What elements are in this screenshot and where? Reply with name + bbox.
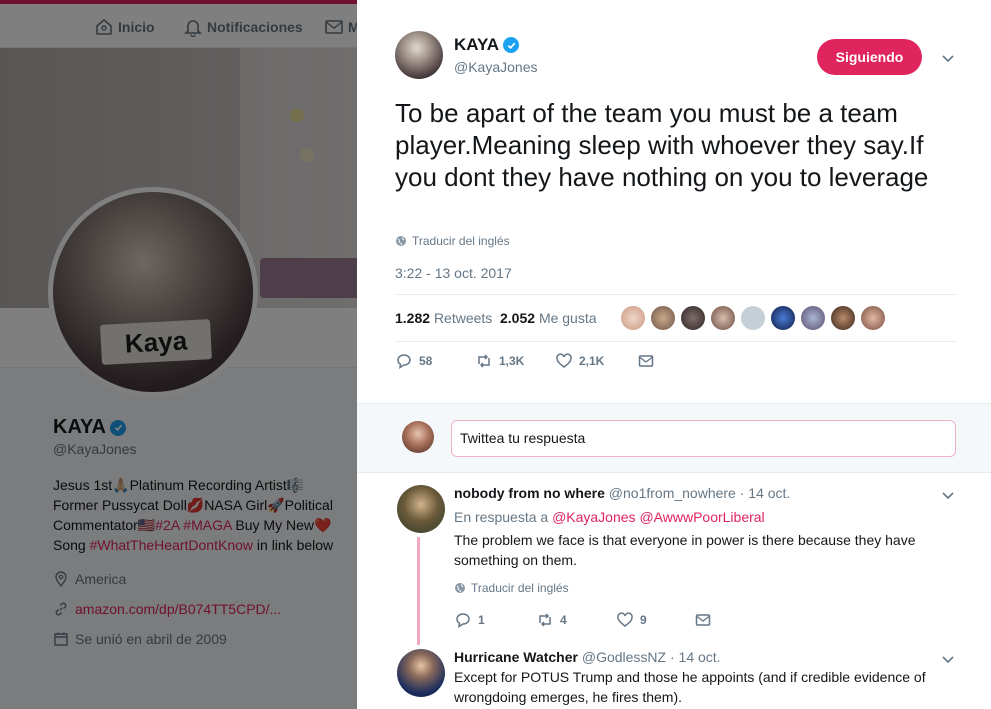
retweet-count: 1,3K — [499, 354, 525, 368]
reply-text: Except for POTUS Trump and those he appo… — [454, 669, 926, 705]
like-button[interactable]: 9 — [616, 611, 647, 629]
tweet-author-avatar[interactable] — [395, 31, 443, 79]
retweet-icon — [539, 613, 551, 627]
retweet-count: 4 — [560, 613, 567, 627]
retweets-stat[interactable]: 1.282 Retweets — [395, 310, 492, 326]
reply-header: Hurricane Watcher @GodlessNZ · 14 oct. — [454, 649, 721, 665]
liker-avatar[interactable] — [831, 306, 855, 330]
current-user-avatar[interactable] — [402, 421, 434, 453]
tweet-timestamp[interactable]: 3:22 - 13 oct. 2017 — [395, 265, 512, 281]
envelope-icon — [695, 614, 711, 626]
envelope-icon — [638, 355, 654, 367]
like-count: 9 — [640, 613, 647, 627]
translate-tweet-link[interactable]: Traducir del inglés — [395, 234, 510, 248]
reply-button[interactable]: 58 — [395, 352, 432, 370]
reply-tweet[interactable]: nobody from no where @no1from_nowhere · … — [357, 485, 991, 645]
reply-tweet[interactable]: Hurricane Watcher @GodlessNZ · 14 oct. E… — [357, 649, 991, 709]
reply-date[interactable]: · 14 oct. — [740, 485, 791, 501]
tweet-text: To be apart of the team you must be a te… — [395, 98, 929, 192]
reply-author-name[interactable]: Hurricane Watcher — [454, 649, 578, 665]
reply-icon — [397, 354, 411, 370]
like-button[interactable]: 2,1K — [555, 352, 604, 370]
tweet-stats: 1.282 Retweets 2.052 Me gusta — [395, 294, 957, 342]
liker-avatar[interactable] — [801, 306, 825, 330]
heart-icon — [617, 612, 633, 627]
chevron-down-icon[interactable] — [940, 651, 956, 667]
reply-composer: Twittea tu respuesta — [357, 403, 991, 473]
retweet-icon — [478, 354, 490, 368]
globe-icon — [396, 236, 406, 246]
liker-avatar[interactable] — [861, 306, 885, 330]
direct-message-button[interactable] — [694, 611, 712, 629]
likers-avatars — [621, 306, 885, 330]
chevron-down-icon[interactable] — [940, 487, 956, 503]
mention-link[interactable]: @AwwwPoorLiberal — [639, 509, 764, 525]
reply-author-avatar[interactable] — [397, 649, 445, 697]
retweet-button[interactable]: 1,3K — [475, 352, 524, 370]
direct-message-button[interactable] — [637, 352, 655, 370]
mention-link[interactable]: @KayaJones — [552, 509, 635, 525]
translate-label[interactable]: Traducir del inglés — [471, 581, 569, 595]
reply-count: 58 — [419, 354, 433, 368]
in-reply-to: En respuesta a @KayaJones @AwwwPoorLiber… — [454, 509, 765, 525]
chevron-down-icon[interactable] — [940, 50, 956, 66]
heart-icon — [556, 353, 572, 368]
reply-text: The problem we face is that everyone in … — [454, 532, 916, 568]
reply-icon — [456, 613, 470, 629]
reply-count: 1 — [478, 613, 485, 627]
liker-avatar[interactable] — [741, 306, 765, 330]
retweets-label: Retweets — [433, 310, 493, 326]
reply-author-avatar[interactable] — [397, 485, 445, 533]
tweet-author-name-row[interactable]: KAYA — [454, 35, 520, 55]
in-reply-to-label: En respuesta a — [454, 509, 549, 525]
liker-avatar[interactable] — [771, 306, 795, 330]
tweet-modal: KAYA @KayaJones Siguiendo To be apart of… — [357, 0, 991, 709]
retweet-button[interactable]: 4 — [536, 611, 567, 629]
tweet-author-name[interactable]: KAYA — [454, 35, 499, 55]
following-button[interactable]: Siguiendo — [817, 39, 922, 75]
reply-author-name[interactable]: nobody from no where — [454, 485, 605, 501]
tweet-author-handle[interactable]: @KayaJones — [454, 59, 537, 75]
liker-avatar[interactable] — [711, 306, 735, 330]
translate-reply-link[interactable]: Traducir del inglés — [454, 581, 569, 595]
reply-author-handle[interactable]: @no1from_nowhere — [609, 485, 736, 501]
verified-icon — [503, 37, 520, 53]
like-count: 2,1K — [579, 354, 605, 368]
reply-actions: 1 4 9 — [454, 611, 754, 631]
liker-avatar[interactable] — [651, 306, 675, 330]
reply-author-handle[interactable]: @GodlessNZ — [582, 649, 666, 665]
translate-label[interactable]: Traducir del inglés — [412, 234, 510, 248]
likes-count: 2.052 — [500, 310, 536, 326]
reply-date[interactable]: · 14 oct. — [670, 649, 721, 665]
globe-icon — [455, 583, 465, 593]
liker-avatar[interactable] — [621, 306, 645, 330]
tweet-actions: 58 1,3K 2,1K — [395, 352, 695, 376]
retweets-count: 1.282 — [395, 310, 431, 326]
likes-label: Me gusta — [538, 310, 597, 326]
reply-button[interactable]: 1 — [454, 611, 485, 629]
reply-input[interactable]: Twittea tu respuesta — [451, 420, 956, 457]
likes-stat[interactable]: 2.052 Me gusta — [500, 310, 597, 326]
liker-avatar[interactable] — [681, 306, 705, 330]
reply-header: nobody from no where @no1from_nowhere · … — [454, 485, 790, 501]
